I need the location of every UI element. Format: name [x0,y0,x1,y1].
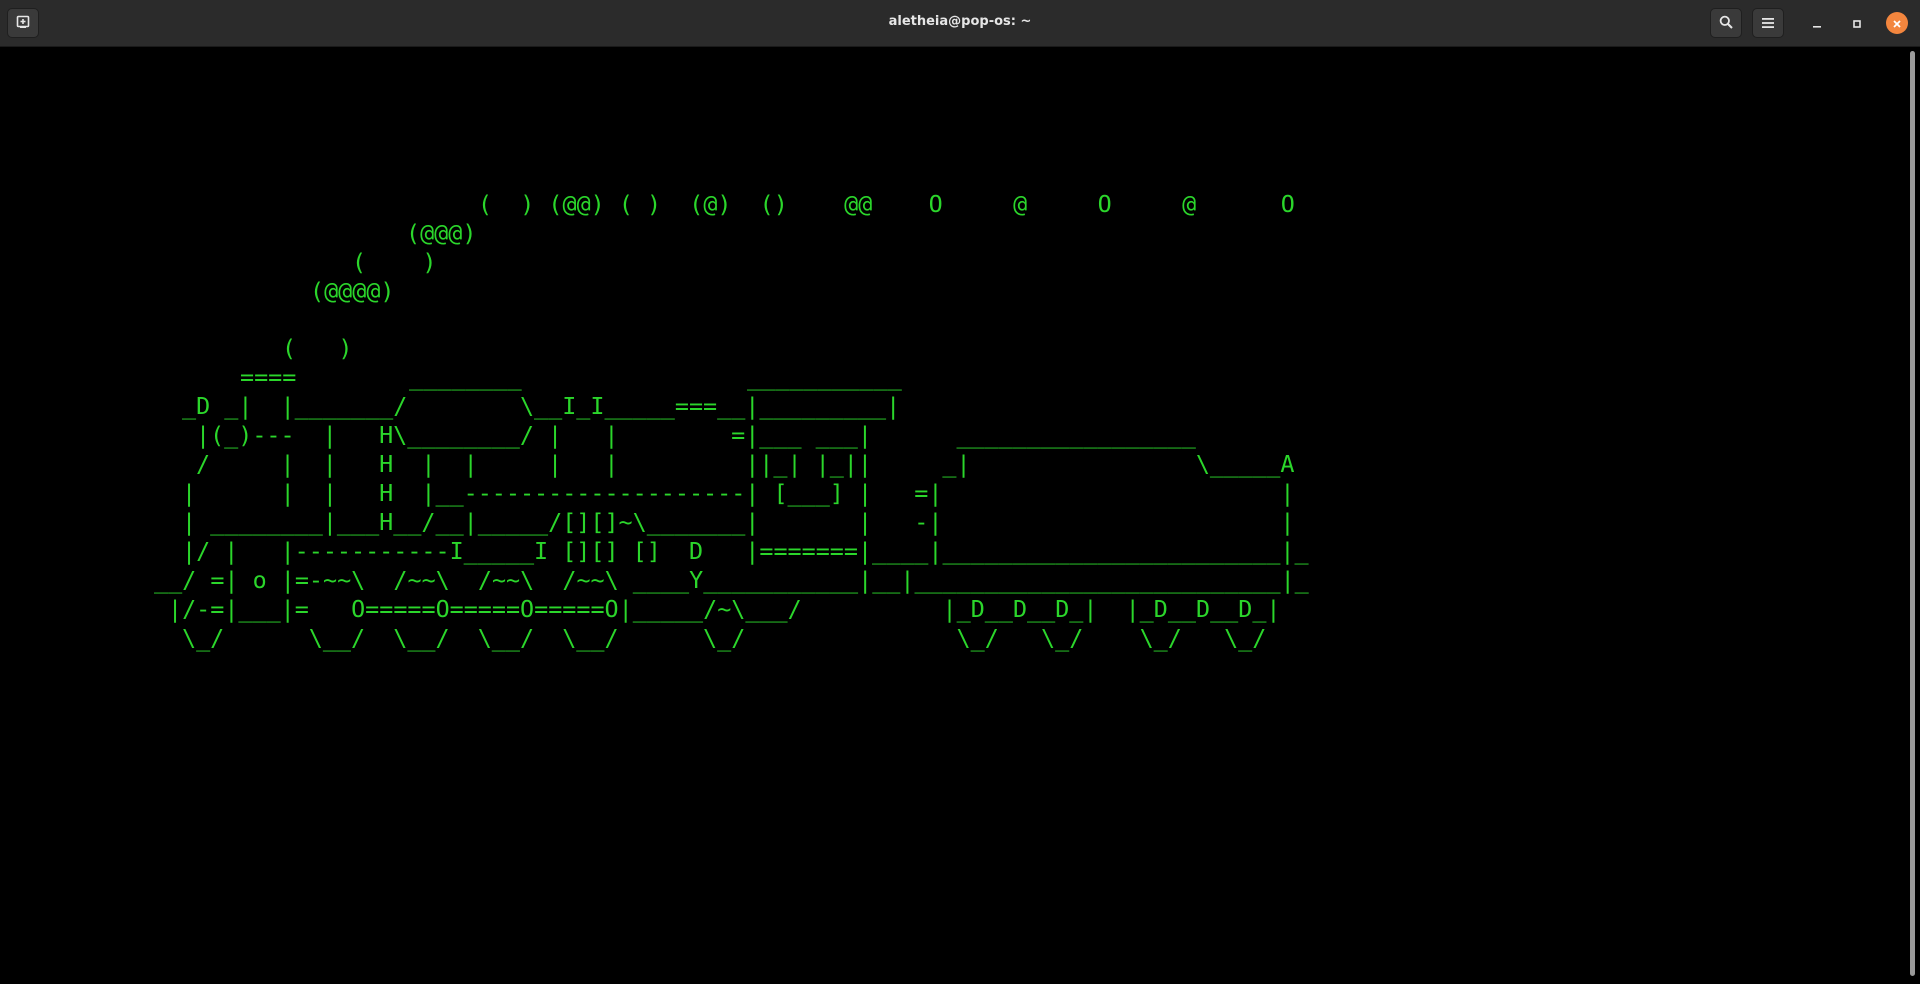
search-icon [1719,14,1733,33]
minimize-icon [1812,14,1822,33]
smoke-line: ( ) (@@) ( ) (@) () @@ O @ O @ O [478,190,1295,218]
train-line: |/ | |-----------I_____I [][] [] D |====… [182,537,1309,565]
terminal-window: aletheia@pop-os: ~ () (@@) () (@) () @… [0,0,1920,984]
title-bar[interactable]: aletheia@pop-os: ~ [0,0,1920,47]
train-line: |/-=|___|= O=====O=====O=====O|_____/~\_… [168,595,1281,623]
smoke-line: ( ) [282,334,353,362]
train-line: _D _| |_______/ \__I_I_____===__|_______… [182,392,901,420]
train-line: |(_)--- | H\________/ | | =|___ ___| ___… [196,421,1196,449]
maximize-icon [1852,14,1862,33]
train-line: | | | H |__--------------------| [___] |… [182,479,1295,507]
smoke-line: (@@@) [406,219,477,247]
vertical-scrollbar[interactable] [1910,51,1915,976]
smoke-line: (@@@@) [310,277,395,305]
hamburger-menu-icon [1762,14,1774,33]
close-icon [1892,14,1902,33]
train-line: __/ =| o |=-~~\ /~~\ /~~\ /~~\ ____Y____… [154,566,1309,594]
train-line: | ________|___H__/__|_____/[][]~\_______… [182,508,1295,536]
minimize-button[interactable] [1805,11,1829,35]
terminal-output[interactable]: ( ) (@@) ( ) (@) () @@ O @ O @ O (@@@) (… [0,47,1908,984]
menu-button[interactable] [1752,8,1784,38]
train-line: / | | H | | | | ||_| |_|| _| \_____A [196,450,1295,478]
train-line: ==== ________ ___________ [240,363,902,391]
window-title: aletheia@pop-os: ~ [888,14,1032,29]
search-button[interactable] [1710,8,1742,38]
maximize-button[interactable] [1845,11,1869,35]
close-button[interactable] [1886,12,1908,34]
train-line: \_/ \__/ \__/ \__/ \__/ \_/ \_/ \_/ \_/ … [182,624,1267,652]
smoke-line: ( ) [352,248,437,276]
